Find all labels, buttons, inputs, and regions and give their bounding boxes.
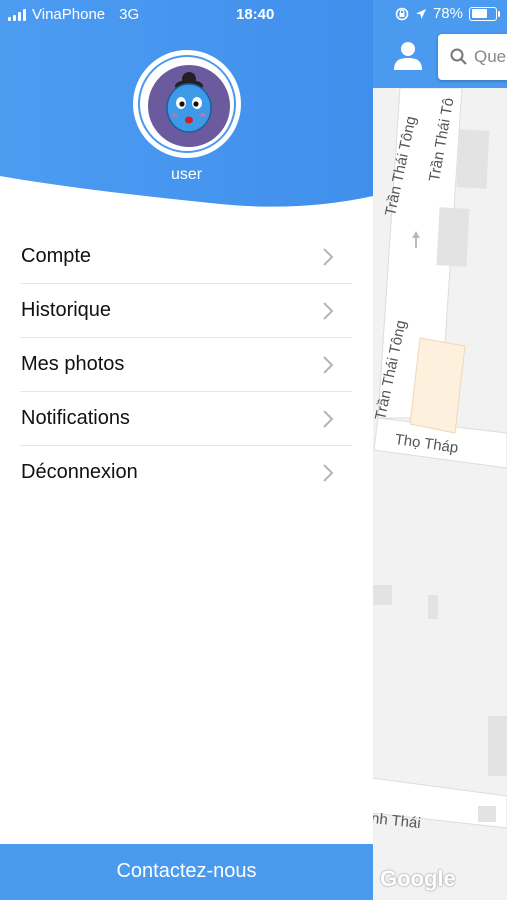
menu-item-label: Mes photos [21, 353, 125, 375]
menu-item-label: Historique [21, 299, 112, 321]
menu-item-deconnexion[interactable]: Déconnexion [20, 446, 352, 500]
contact-us-button[interactable]: Contactez-nous [0, 844, 373, 900]
menu-item-notifications[interactable]: Notifications [20, 392, 352, 446]
chevron-right-icon [323, 248, 334, 266]
status-time: 18:40 [236, 6, 275, 23]
avatar[interactable] [133, 50, 241, 158]
menu-item-compte[interactable]: Compte [20, 230, 352, 284]
google-attribution: Google [380, 866, 456, 891]
menu-item-mes-photos[interactable]: Mes photos [20, 338, 352, 392]
search-icon [450, 48, 467, 65]
menu-item-label: Compte [21, 245, 92, 267]
drawer-menu: Compte Historique Mes photos Notificatio… [0, 230, 373, 500]
chevron-right-icon [323, 356, 334, 374]
battery-percent: 78% [432, 5, 463, 22]
chevron-right-icon [323, 410, 334, 428]
menu-item-label: Notifications [21, 407, 130, 429]
chevron-right-icon [323, 464, 334, 482]
avatar-image [148, 65, 230, 147]
carrier: VinaPhone 3G [8, 6, 139, 23]
user-icon[interactable] [392, 40, 424, 72]
battery-icon [469, 6, 500, 21]
search-input[interactable]: Que [438, 34, 507, 80]
rotation-lock-icon [395, 7, 409, 20]
location-arrow-icon [415, 8, 426, 19]
search-placeholder: Que [474, 47, 507, 66]
signal-icon [8, 8, 26, 21]
username: user [170, 166, 203, 183]
chevron-right-icon [323, 302, 334, 320]
side-drawer: user Compte Historique Mes photos Notifi… [0, 0, 373, 900]
status-right: 78% [395, 5, 500, 22]
network-type: 3G [119, 6, 140, 23]
status-bar: VinaPhone 3G 18:40 78% [0, 0, 507, 28]
menu-item-label: Déconnexion [21, 461, 138, 483]
carrier-name: VinaPhone [32, 6, 106, 23]
menu-item-historique[interactable]: Historique [20, 284, 352, 338]
